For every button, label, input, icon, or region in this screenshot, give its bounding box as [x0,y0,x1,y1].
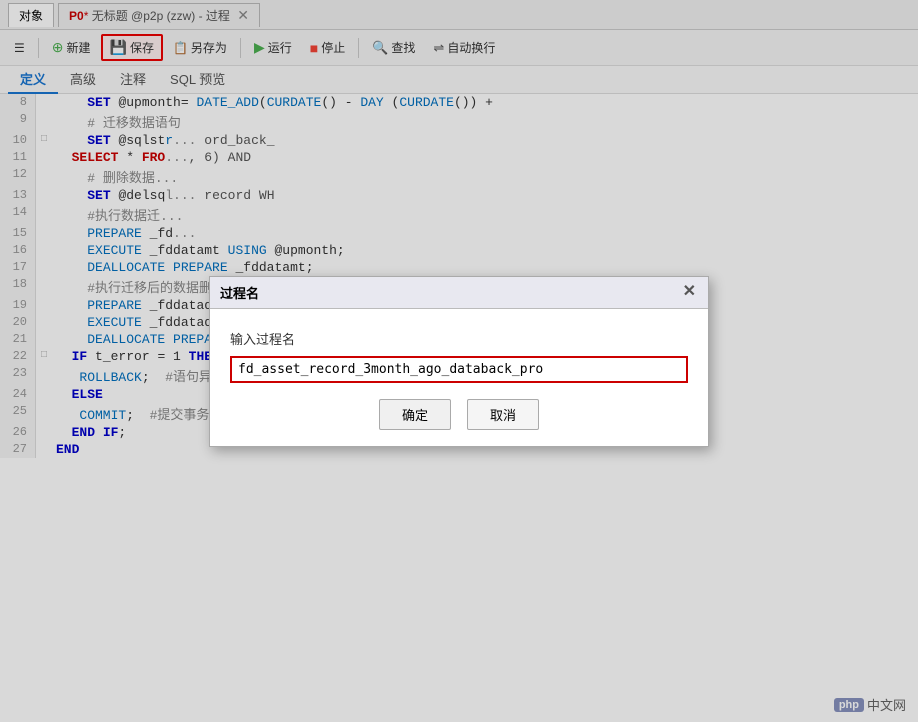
dialog-titlebar: 过程名 ✕ [210,277,708,309]
cancel-button[interactable]: 取消 [467,399,539,430]
dialog-input-label: 输入过程名 [230,329,688,348]
dialog-buttons: 确定 取消 [230,399,688,430]
dialog-title: 过程名 [220,283,259,302]
confirm-button[interactable]: 确定 [379,399,451,430]
modal-overlay: 过程名 ✕ 输入过程名 确定 取消 [0,0,918,722]
dialog-body: 输入过程名 确定 取消 [210,309,708,446]
dialog-input-wrap [230,356,688,383]
procedure-name-input[interactable] [232,358,686,381]
dialog-close-button[interactable]: ✕ [681,284,698,300]
dialog-procedure-name: 过程名 ✕ 输入过程名 确定 取消 [209,276,709,447]
